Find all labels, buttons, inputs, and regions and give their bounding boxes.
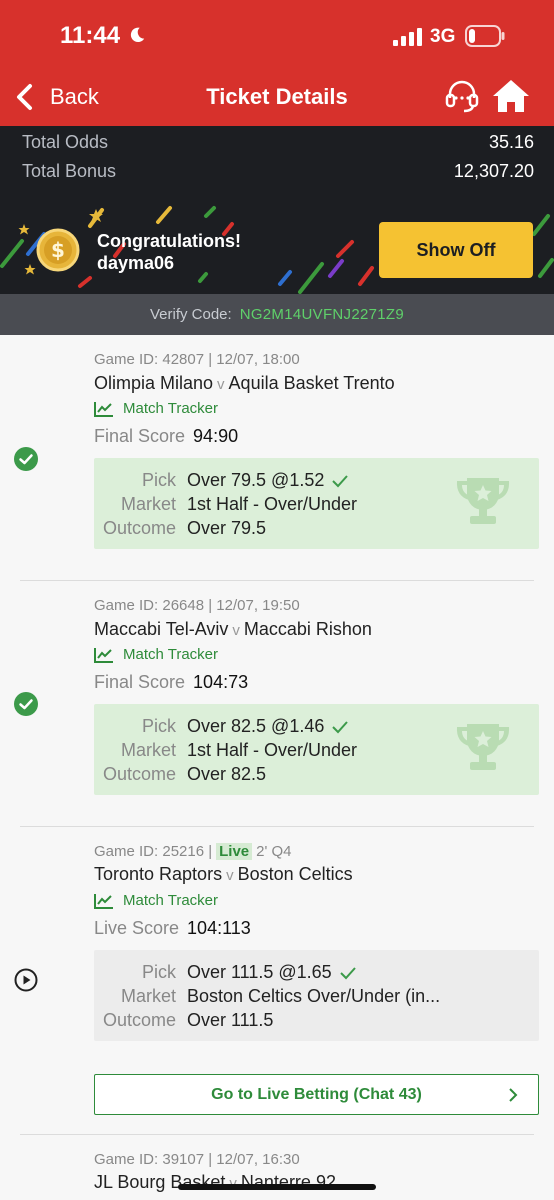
match-tracker-label: Match Tracker <box>123 646 219 663</box>
live-badge: Live <box>216 843 253 860</box>
pick-details: Pick Over 111.5 @1.65 Market Boston Celtic… <box>94 950 539 1041</box>
score-value: 104:113 <box>187 918 251 938</box>
show-off-button[interactable]: Show Off <box>379 222 533 278</box>
total-odds-value: 35.16 <box>488 132 534 152</box>
play-circle-icon <box>14 968 38 992</box>
checkmark-icon <box>339 967 356 980</box>
match-tracker-link[interactable]: Match Tracker <box>94 646 218 663</box>
home-team: Toronto Raptors <box>94 864 223 884</box>
game-id: Game ID: 39107 | 12/07, 16:30 <box>94 1151 300 1168</box>
svg-text:$: $ <box>51 238 65 262</box>
checkmark-icon <box>332 721 349 734</box>
game-id: Game ID: 25216 | <box>94 843 213 860</box>
total-bonus-label: Total Bonus <box>22 161 117 181</box>
market-row: Market Boston Celtics Over/Under (in... <box>94 986 539 1007</box>
away-team: Boston Celtics <box>237 864 353 884</box>
live-betting-button[interactable]: Go to Live Betting (Chat 43) <box>94 1074 539 1115</box>
market-value: Boston Celtics Over/Under (in... <box>187 986 441 1006</box>
away-team: Aquila Basket Trento <box>228 373 395 393</box>
live-time: 2' Q4 <box>256 843 292 860</box>
pick-value: Over 82.5 @1.46 <box>187 716 325 736</box>
match-tracker-label: Match Tracker <box>123 892 219 909</box>
market-value: 1st Half - Over/Under <box>187 494 358 514</box>
outcome-value: Over 82.5 <box>187 764 267 784</box>
battery-icon <box>465 25 505 47</box>
app-header: 11:44 3G Back Ticket Details <box>0 0 554 126</box>
home-indicator[interactable] <box>178 1184 376 1190</box>
final-score: Final Score 104:73 <box>94 672 248 693</box>
game-id: Game ID: 26648 | 12/07, 19:50 <box>94 597 300 614</box>
trophy-icon <box>456 724 510 770</box>
username: dayma06 <box>97 253 175 273</box>
outcome-label: Outcome <box>102 1010 176 1030</box>
market-label: Market <box>120 986 176 1006</box>
match-tracker-link[interactable]: Match Tracker <box>94 892 218 909</box>
congrats-text: Congratulations! <box>97 231 241 251</box>
home-icon[interactable] <box>492 78 530 114</box>
bet-item: Game ID: 26648 | 12/07, 19:50 Maccabi Te… <box>0 581 554 827</box>
match-tracker-link[interactable]: Match Tracker <box>94 400 218 417</box>
total-odds-row: Total Odds 35.16 <box>22 132 534 153</box>
score-label: Final Score <box>94 672 186 692</box>
pick-row: Pick Over 111.5 @1.65 <box>94 962 539 983</box>
total-odds-label: Total Odds <box>22 132 109 152</box>
match-teams: Olimpia Milano v Aquila Basket Trento <box>94 373 395 394</box>
score-value: 94:90 <box>193 426 239 446</box>
pick-label: Pick <box>141 470 176 490</box>
verify-code: NG2M14UVFNJ2271Z9 <box>239 306 405 323</box>
versus: v <box>226 867 234 884</box>
verify-label: Verify Code: <box>149 306 232 323</box>
pick-details: Pick Over 79.5 @1.52 Market 1st Half - Ove… <box>94 458 539 549</box>
checkmark-icon <box>332 475 349 488</box>
check-circle-icon <box>14 447 38 471</box>
trophy-icon <box>456 478 510 524</box>
verify-code-bar: Verify Code: NG2M14UVFNJ2271Z9 <box>0 294 554 335</box>
live-betting-label: Go to Live Betting (Chat 43) <box>211 1085 422 1103</box>
bet-item: Game ID: 42807 | 12/07, 18:00 Olimpia Mi… <box>0 335 554 581</box>
chart-line-icon <box>94 401 113 417</box>
outcome-label: Outcome <box>102 764 176 784</box>
check-circle-icon <box>14 692 38 716</box>
live-score: Live Score 104:113 <box>94 918 251 939</box>
versus: v <box>217 376 225 393</box>
match-tracker-label: Match Tracker <box>123 400 219 417</box>
away-team: Maccabi Rishon <box>243 619 372 639</box>
moon-icon <box>130 27 145 43</box>
network-type: 3G <box>430 26 456 47</box>
market-value: 1st Half - Over/Under <box>187 740 358 760</box>
score-value: 104:73 <box>193 672 249 692</box>
total-bonus-value: 12,307.20 <box>453 161 534 181</box>
versus: v <box>232 622 240 639</box>
chevron-right-icon <box>509 1087 518 1102</box>
chart-line-icon <box>94 647 113 663</box>
score-label: Live Score <box>94 918 180 938</box>
status-time: 11:44 <box>60 22 121 49</box>
outcome-label: Outcome <box>102 518 176 538</box>
pick-label: Pick <box>141 716 176 736</box>
market-label: Market <box>120 494 176 514</box>
game-id-row: Game ID: 25216 | Live 2' Q4 <box>94 843 292 860</box>
total-bonus-row: Total Bonus 12,307.20 <box>22 161 534 182</box>
home-team: Maccabi Tel-Aviv <box>94 619 229 639</box>
outcome-row: Outcome Over 111.5 <box>94 1010 539 1031</box>
home-team: Olimpia Milano <box>94 373 214 393</box>
match-teams: Toronto Raptors v Boston Celtics <box>94 864 353 885</box>
signal-icon <box>393 28 422 46</box>
pick-value: Over 79.5 @1.52 <box>187 470 325 490</box>
bet-item: Game ID: 39107 | 12/07, 16:30 JL Bourg B… <box>0 1135 554 1200</box>
outcome-value: Over 111.5 <box>187 1010 274 1030</box>
score-label: Final Score <box>94 426 186 446</box>
pick-label: Pick <box>141 962 176 982</box>
final-score: Final Score 94:90 <box>94 426 238 447</box>
chart-line-icon <box>94 893 113 909</box>
game-id: Game ID: 42807 | 12/07, 18:00 <box>94 351 300 368</box>
market-label: Market <box>120 740 176 760</box>
congrats-message: Congratulations! dayma06 <box>97 230 241 274</box>
outcome-value: Over 79.5 <box>187 518 267 538</box>
coin-icon: $ <box>36 228 80 272</box>
pick-details: Pick Over 82.5 @1.46 Market 1st Half - Ove… <box>94 704 539 795</box>
headset-icon[interactable] <box>444 78 480 114</box>
pick-value: Over 111.5 @1.65 <box>187 962 332 982</box>
match-teams: Maccabi Tel-Aviv v Maccabi Rishon <box>94 619 372 640</box>
